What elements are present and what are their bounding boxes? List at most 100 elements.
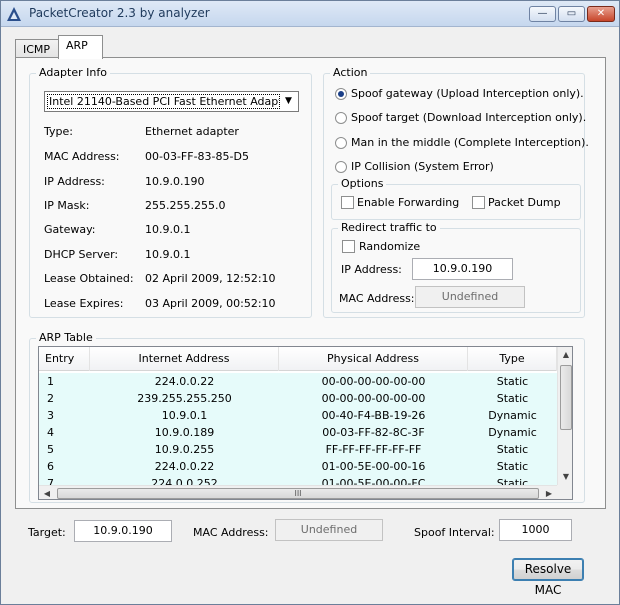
scroll-down-icon[interactable]: ▼	[558, 469, 572, 485]
tab-arp[interactable]: ARP	[58, 35, 103, 59]
internet-address-cell: 239.255.255.250	[137, 392, 232, 405]
adapter-select-value: Intel 21140-Based PCI Fast Ethernet Adap…	[47, 94, 280, 109]
minimize-button[interactable]: —	[529, 6, 556, 22]
gateway-value: 10.9.0.1	[145, 223, 191, 236]
ip-mask-label: IP Mask:	[44, 199, 90, 212]
column-entry[interactable]: Entry	[39, 347, 90, 371]
table-row[interactable]: 7 224.0.0.252 01-00-5E-00-00-FC Static	[39, 475, 557, 485]
table-row[interactable]: 1 224.0.0.22 00-00-00-00-00-00 Static	[39, 373, 557, 390]
physical-address-cell: 00-00-00-00-00-00	[321, 375, 426, 388]
redirect-mac-input[interactable]: Undefined	[415, 286, 525, 308]
options-title: Options	[338, 177, 387, 190]
column-internet-address[interactable]: Internet Address	[90, 347, 279, 371]
table-row[interactable]: 6 224.0.0.22 01-00-5E-00-00-16 Static	[39, 458, 557, 475]
man-in-middle-radio[interactable]	[335, 137, 347, 149]
type-cell: Dynamic	[488, 426, 537, 439]
spoof-gateway-label[interactable]: Spoof gateway (Upload Interception only)…	[351, 87, 584, 100]
physical-address-cell: 00-03-FF-82-8C-3F	[322, 426, 425, 439]
app-triangle-icon	[7, 7, 21, 21]
target-label: Target:	[28, 526, 66, 539]
lease-expires-label: Lease Expires:	[44, 297, 124, 310]
vertical-scrollbar[interactable]: ▲ ▼	[557, 347, 572, 485]
entry-cell: 4	[47, 426, 54, 439]
lease-obtained-label: Lease Obtained:	[44, 272, 134, 285]
footer-mac-input[interactable]: Undefined	[275, 519, 383, 541]
internet-address-cell: 10.9.0.1	[161, 409, 208, 422]
arp-table-title: ARP Table	[36, 331, 96, 344]
scroll-right-icon[interactable]: ▶	[541, 486, 557, 499]
type-cell: Static	[496, 375, 529, 388]
type-cell: Static	[496, 460, 529, 473]
ip-collision-radio[interactable]	[335, 161, 347, 173]
packet-dump-checkbox[interactable]	[472, 196, 485, 209]
physical-address-cell: 01-00-5E-00-00-16	[321, 460, 426, 473]
column-physical-address[interactable]: Physical Address	[279, 347, 468, 371]
app-window: PacketCreator 2.3 by analyzer — ▭ ✕ ICMP…	[0, 0, 620, 605]
internet-address-cell: 224.0.0.22	[154, 375, 215, 388]
entry-cell: 1	[47, 375, 54, 388]
table-row[interactable]: 4 10.9.0.189 00-03-FF-82-8C-3F Dynamic	[39, 424, 557, 441]
ip-collision-label[interactable]: IP Collision (System Error)	[351, 160, 494, 173]
footer-mac-label: MAC Address:	[193, 526, 269, 539]
mac-address-label: MAC Address:	[44, 150, 120, 163]
adapter-info-title: Adapter Info	[36, 66, 110, 79]
redirect-traffic-title: Redirect traffic to	[338, 221, 440, 234]
scroll-left-icon[interactable]: ◀	[39, 486, 55, 499]
maximize-button[interactable]: ▭	[558, 6, 585, 22]
internet-address-cell: 224.0.0.252	[151, 477, 218, 485]
randomize-checkbox[interactable]	[342, 240, 355, 253]
entry-cell: 6	[47, 460, 54, 473]
column-type[interactable]: Type	[468, 347, 557, 371]
entry-cell: 2	[47, 392, 54, 405]
table-row[interactable]: 3 10.9.0.1 00-40-F4-BB-19-26 Dynamic	[39, 407, 557, 424]
arp-table-header: Entry Internet Address Physical Address …	[39, 347, 557, 371]
spoof-target-radio[interactable]	[335, 112, 347, 124]
arp-table[interactable]: Entry Internet Address Physical Address …	[38, 346, 573, 500]
type-cell: Static	[496, 443, 529, 456]
enable-forwarding-label[interactable]: Enable Forwarding	[357, 196, 459, 209]
close-button[interactable]: ✕	[587, 6, 615, 22]
resolve-mac-button[interactable]: Resolve MAC	[512, 558, 584, 597]
scroll-up-icon[interactable]: ▲	[558, 347, 572, 363]
spoof-interval-input[interactable]: 1000	[499, 519, 572, 541]
entry-cell: 5	[47, 443, 54, 456]
dhcp-server-value: 10.9.0.1	[145, 248, 191, 261]
physical-address-cell: 01-00-5E-00-00-FC	[321, 477, 426, 485]
title-bar[interactable]: PacketCreator 2.3 by analyzer — ▭ ✕	[1, 1, 619, 27]
action-title: Action	[330, 66, 371, 79]
enable-forwarding-checkbox[interactable]	[341, 196, 354, 209]
dhcp-server-label: DHCP Server:	[44, 248, 119, 261]
type-cell: Static	[496, 392, 529, 405]
type-cell: Static	[496, 477, 529, 485]
table-row[interactable]: 2 239.255.255.250 00-00-00-00-00-00 Stat…	[39, 390, 557, 407]
packet-dump-label[interactable]: Packet Dump	[488, 196, 561, 209]
entry-cell: 3	[47, 409, 54, 422]
man-in-middle-label[interactable]: Man in the middle (Complete Interception…	[351, 136, 589, 149]
type-label: Type:	[44, 125, 73, 138]
spoof-target-label[interactable]: Spoof target (Download Interception only…	[351, 111, 586, 124]
internet-address-cell: 224.0.0.22	[154, 460, 215, 473]
randomize-label[interactable]: Randomize	[359, 240, 420, 253]
horizontal-scrollbar[interactable]: ◀ III ▶	[39, 485, 557, 499]
ip-address-label: IP Address:	[44, 175, 105, 188]
table-row[interactable]: 5 10.9.0.255 FF-FF-FF-FF-FF-FF Static	[39, 441, 557, 458]
entry-cell: 7	[47, 477, 54, 485]
type-value: Ethernet adapter	[145, 125, 239, 138]
redirect-ip-label: IP Address:	[341, 263, 402, 276]
spoof-interval-label: Spoof Interval:	[414, 526, 495, 539]
physical-address-cell: 00-00-00-00-00-00	[321, 392, 426, 405]
tab-icmp[interactable]: ICMP	[15, 39, 59, 58]
lease-expires-value: 03 April 2009, 00:52:10	[145, 297, 276, 310]
target-input[interactable]: 10.9.0.190	[74, 520, 172, 542]
horizontal-scroll-thumb[interactable]: III	[57, 488, 539, 499]
ip-mask-value: 255.255.255.0	[145, 199, 226, 212]
gateway-label: Gateway:	[44, 223, 96, 236]
vertical-scroll-thumb[interactable]	[560, 365, 572, 430]
arp-table-body: 1 224.0.0.22 00-00-00-00-00-00 Static 2 …	[39, 372, 557, 485]
chevron-down-icon[interactable]: ▼	[280, 93, 297, 110]
redirect-ip-input[interactable]: 10.9.0.190	[412, 258, 513, 280]
adapter-select[interactable]: Intel 21140-Based PCI Fast Ethernet Adap…	[44, 91, 299, 112]
internet-address-cell: 10.9.0.189	[154, 426, 215, 439]
physical-address-cell: FF-FF-FF-FF-FF-FF	[325, 443, 422, 456]
spoof-gateway-radio[interactable]	[335, 88, 347, 100]
